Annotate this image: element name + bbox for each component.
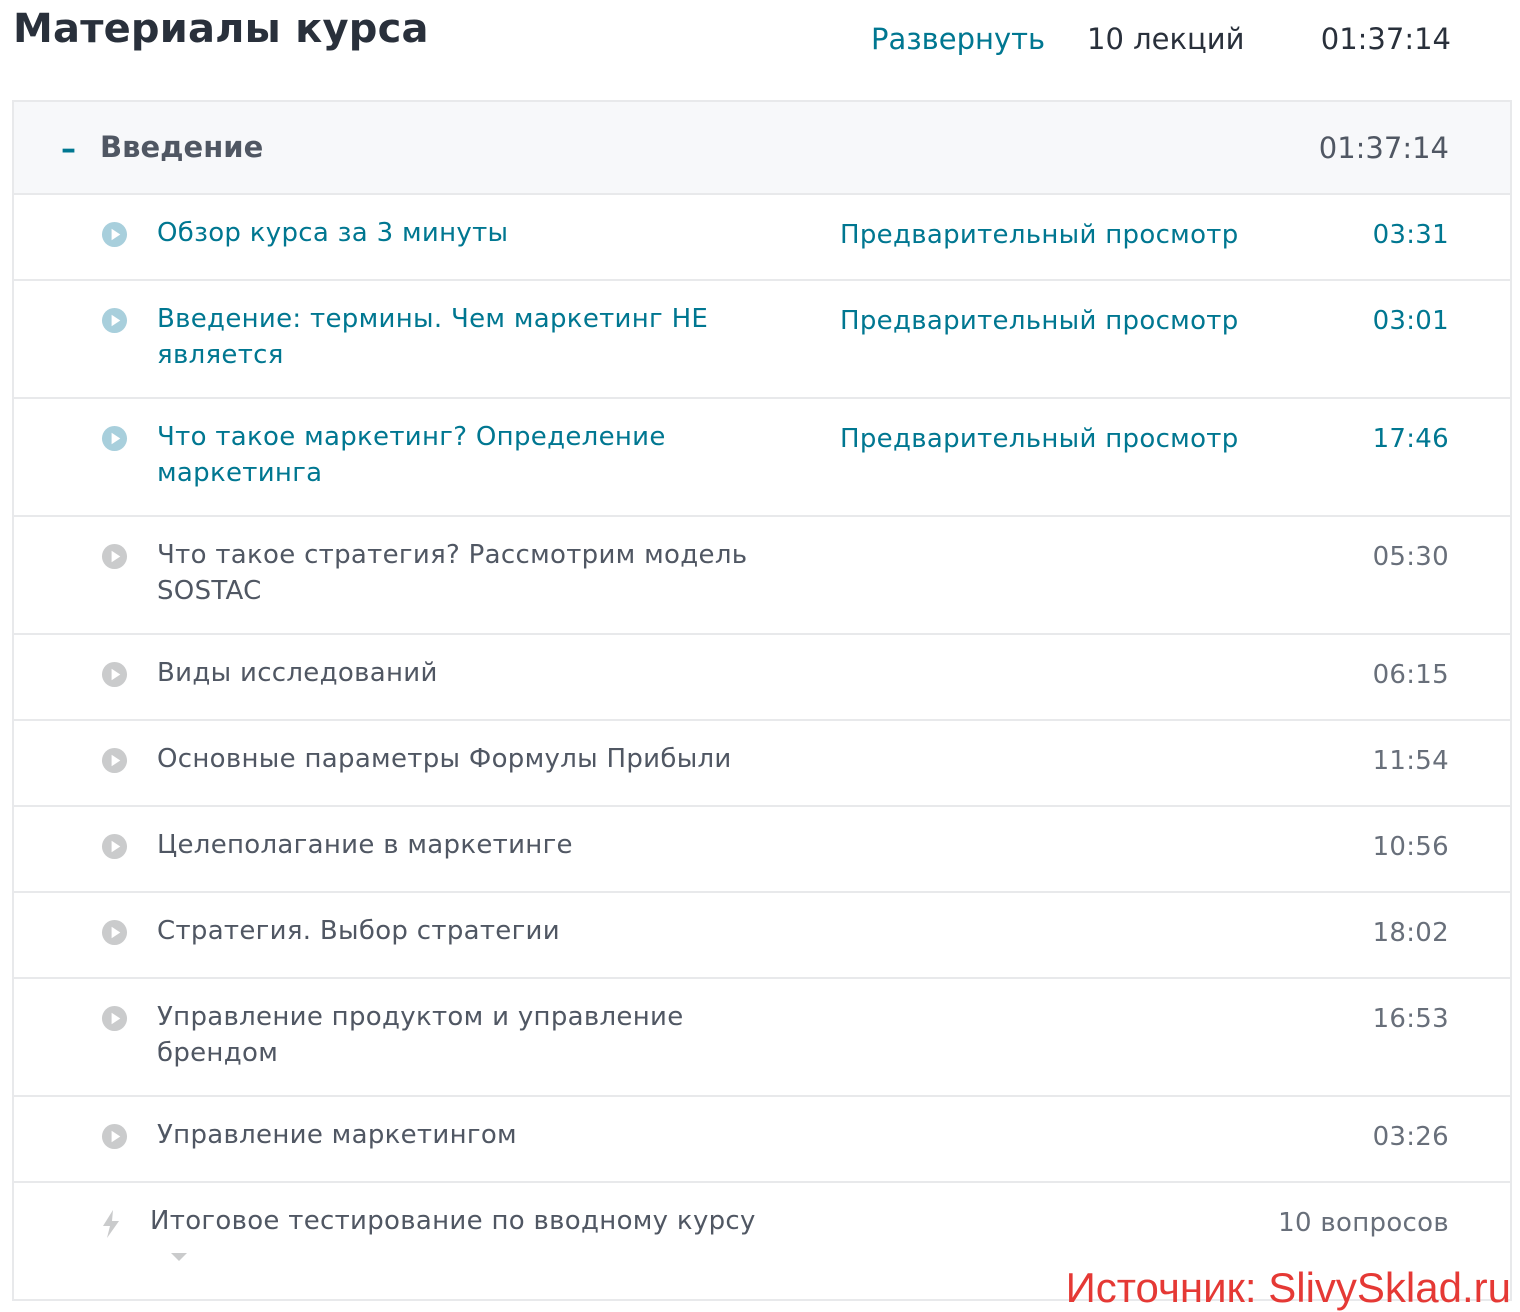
lecture-duration: 10:56 [1372, 832, 1449, 862]
lecture-duration: 03:01 [1372, 306, 1449, 336]
play-circle-icon [101, 747, 128, 774]
play-circle-icon [101, 1005, 128, 1032]
play-circle-icon [101, 833, 128, 860]
lecture-title: Основные параметры Формулы Прибыли [157, 744, 732, 774]
lecture-row: Основные параметры Формулы Прибыли 11:54 [14, 721, 1510, 807]
lecture-row[interactable]: Что такое маркетинг? Определение маркети… [14, 399, 1510, 517]
expand-all-button[interactable]: Развернуть [871, 22, 1045, 56]
lecture-title[interactable]: Введение: термины. Чем маркетинг НЕ явля… [157, 301, 797, 373]
page-title: Материалы курса [13, 6, 429, 52]
total-duration: 01:37:14 [1320, 22, 1451, 56]
lecture-duration: 03:31 [1372, 220, 1449, 250]
play-circle-icon[interactable] [101, 221, 128, 248]
lecture-duration: 05:30 [1372, 542, 1449, 572]
lecture-title: Что такое стратегия? Рассмотрим модель S… [157, 540, 748, 606]
lecture-title: Управление продуктом и управление брендо… [157, 1002, 684, 1068]
lecture-count: 10 лекций [1087, 22, 1245, 56]
lecture-title[interactable]: Что такое маркетинг? Определение маркети… [157, 419, 797, 491]
lightning-bolt-icon [103, 1210, 119, 1238]
play-circle-icon [101, 1123, 128, 1150]
lecture-duration: 17:46 [1372, 424, 1449, 454]
lecture-list: Обзор курса за 3 минуты Предварительный п… [14, 195, 1510, 1183]
lecture-title: Виды исследований [157, 658, 438, 688]
play-circle-icon [101, 919, 128, 946]
caret-down-icon[interactable] [169, 1251, 189, 1263]
section-header-intro[interactable]: – Введение 01:37:14 [14, 102, 1510, 195]
source-watermark: Источник: SlivySklad.ru [1065, 1264, 1511, 1311]
lecture-row: Что такое стратегия? Рассмотрим модель S… [14, 517, 1510, 635]
play-circle-icon[interactable] [101, 307, 128, 334]
quiz-question-count: 10 вопросов [1278, 1208, 1449, 1238]
minus-icon[interactable]: – [61, 132, 76, 167]
lecture-row[interactable]: Введение: термины. Чем маркетинг НЕ явля… [14, 281, 1510, 399]
play-circle-icon[interactable] [101, 425, 128, 452]
curriculum-header: Материалы курса Развернуть 10 лекций 01:… [0, 0, 1520, 100]
lecture-title: Стратегия. Выбор стратегии [157, 916, 560, 946]
preview-button[interactable]: Предварительный просмотр [840, 306, 1239, 336]
lecture-duration: 16:53 [1372, 1004, 1449, 1034]
section-title: Введение [100, 130, 264, 164]
lecture-row: Стратегия. Выбор стратегии 18:02 [14, 893, 1510, 979]
lecture-duration: 03:26 [1372, 1122, 1449, 1152]
section-duration: 01:37:14 [1318, 131, 1449, 165]
lecture-row: Виды исследований 06:15 [14, 635, 1510, 721]
lecture-row: Управление маркетингом 03:26 [14, 1097, 1510, 1183]
lecture-duration: 18:02 [1372, 918, 1449, 948]
lecture-title: Управление маркетингом [157, 1120, 517, 1150]
lecture-title: Целеполагание в маркетинге [157, 830, 573, 860]
preview-button[interactable]: Предварительный просмотр [840, 220, 1239, 250]
lecture-duration: 06:15 [1372, 660, 1449, 690]
preview-button[interactable]: Предварительный просмотр [840, 424, 1239, 454]
lecture-row: Управление продуктом и управление брендо… [14, 979, 1510, 1097]
quiz-title[interactable]: Итоговое тестирование по вводному курсу [150, 1203, 756, 1239]
play-circle-icon [101, 543, 128, 570]
lecture-duration: 11:54 [1372, 746, 1449, 776]
play-circle-icon [101, 661, 128, 688]
lecture-row: Целеполагание в маркетинге 10:56 [14, 807, 1510, 893]
lecture-title[interactable]: Обзор курса за 3 минуты [157, 215, 797, 251]
curriculum-panel: – Введение 01:37:14 Обзор курса за 3 мин… [12, 100, 1512, 1301]
lecture-row[interactable]: Обзор курса за 3 минуты Предварительный п… [14, 195, 1510, 281]
